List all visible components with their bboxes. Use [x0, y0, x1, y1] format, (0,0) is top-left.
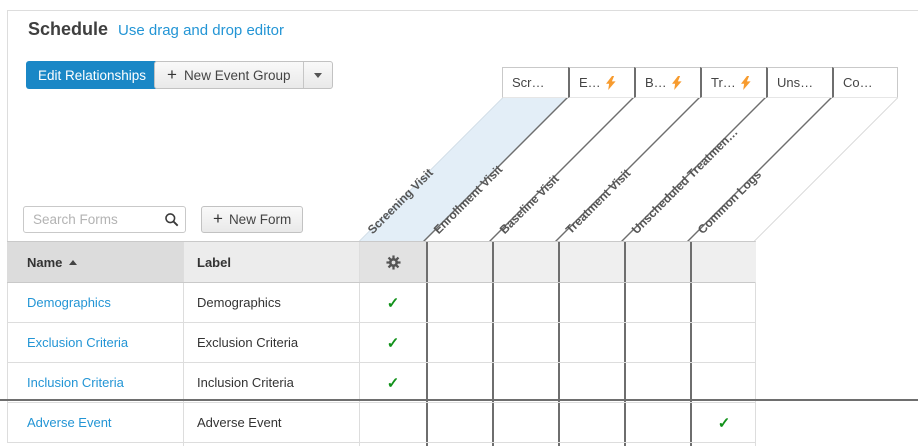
schedule-cell[interactable] — [428, 323, 492, 362]
schedule-cell[interactable] — [626, 323, 690, 362]
lightning-bolt-icon — [741, 76, 751, 90]
schedule-cell[interactable] — [626, 283, 690, 322]
schedule-cell[interactable]: ✓ — [360, 323, 426, 362]
schedule-cell[interactable] — [428, 363, 492, 402]
event-header-cell — [558, 242, 624, 282]
new-form-button[interactable]: + New Form — [201, 206, 303, 233]
event-header-cell — [492, 242, 558, 282]
page-title: Schedule — [28, 19, 108, 40]
schedule-cell[interactable] — [360, 403, 426, 442]
form-label: Inclusion Criteria — [197, 375, 294, 390]
schedule-cell[interactable] — [692, 323, 756, 362]
new-event-group-dropdown-button[interactable] — [303, 62, 332, 88]
schedule-cell[interactable] — [560, 363, 624, 402]
edit-relationships-button[interactable]: Edit Relationships — [26, 61, 158, 89]
form-link[interactable]: Inclusion Criteria — [27, 375, 124, 390]
chevron-down-icon — [314, 73, 322, 78]
table-row: Exclusion Criteria Exclusion Criteria ✓ — [7, 322, 755, 362]
event-tab-unscheduled-treatment[interactable]: Uns… — [766, 67, 832, 98]
event-header-cell — [426, 242, 492, 282]
gear-icon — [386, 255, 401, 270]
schedule-cell[interactable] — [692, 283, 756, 322]
form-link[interactable]: Demographics — [27, 295, 111, 310]
drag-drop-editor-link[interactable]: Use drag and drop editor — [118, 22, 284, 39]
schedule-cell[interactable]: ✓ — [692, 403, 756, 442]
schedule-cell[interactable] — [560, 403, 624, 442]
title-row: Schedule Use drag and drop editor — [28, 19, 284, 40]
event-tab-screening-visit[interactable]: Scr… — [502, 67, 568, 98]
column-header-name[interactable]: Name — [7, 242, 183, 282]
event-tab-enrollment-visit[interactable]: E… — [568, 67, 634, 98]
schedule-table: Name Label — [7, 241, 756, 446]
table-row-partial — [7, 442, 755, 446]
plus-icon: + — [167, 66, 177, 83]
event-settings-cell[interactable] — [359, 242, 426, 282]
panel-border-top — [7, 10, 918, 11]
schedule-cell[interactable] — [560, 323, 624, 362]
lightning-bolt-icon — [606, 76, 616, 90]
lightning-bolt-icon — [672, 76, 682, 90]
table-row: Inclusion Criteria Inclusion Criteria ✓ — [7, 362, 755, 402]
event-tab-common-logs[interactable]: Co… — [832, 67, 898, 98]
schedule-cell[interactable] — [494, 363, 558, 402]
schedule-cell[interactable] — [626, 363, 690, 402]
schedule-cell[interactable] — [428, 403, 492, 442]
search-icon — [164, 212, 179, 227]
schedule-cell[interactable] — [560, 283, 624, 322]
event-header-cell — [690, 242, 756, 282]
column-header-label[interactable]: Label — [183, 242, 359, 282]
log-forms-section-divider — [0, 399, 918, 401]
schedule-cell[interactable]: ✓ — [360, 283, 426, 322]
search-forms-field — [23, 206, 186, 233]
form-label: Exclusion Criteria — [197, 335, 298, 350]
event-tab-baseline-visit[interactable]: B… — [634, 67, 700, 98]
event-header-cell — [624, 242, 690, 282]
schedule-cell[interactable] — [692, 363, 756, 402]
new-event-group-button[interactable]: + New Event Group — [155, 62, 303, 88]
form-link[interactable]: Adverse Event — [27, 415, 112, 430]
schedule-cell[interactable] — [494, 323, 558, 362]
new-event-group-split-button: + New Event Group — [154, 61, 333, 89]
table-header-row: Name Label — [7, 242, 755, 282]
sort-ascending-icon — [69, 260, 77, 265]
schedule-cell[interactable]: ✓ — [360, 363, 426, 402]
search-forms-input[interactable] — [23, 206, 186, 233]
schedule-cell[interactable] — [626, 403, 690, 442]
schedule-cell[interactable] — [494, 403, 558, 442]
plus-icon: + — [213, 210, 223, 227]
event-tab-treatment-visit[interactable]: Tr… — [700, 67, 766, 98]
form-link[interactable]: Exclusion Criteria — [27, 335, 128, 350]
schedule-cell[interactable] — [494, 283, 558, 322]
form-label: Demographics — [197, 295, 281, 310]
table-row: Demographics Demographics ✓ — [7, 282, 755, 322]
schedule-cell[interactable] — [428, 283, 492, 322]
form-label: Adverse Event — [197, 415, 282, 430]
table-row: Adverse Event Adverse Event ✓ — [7, 402, 755, 442]
schedule-page: Schedule Use drag and drop editor Edit R… — [0, 0, 918, 446]
